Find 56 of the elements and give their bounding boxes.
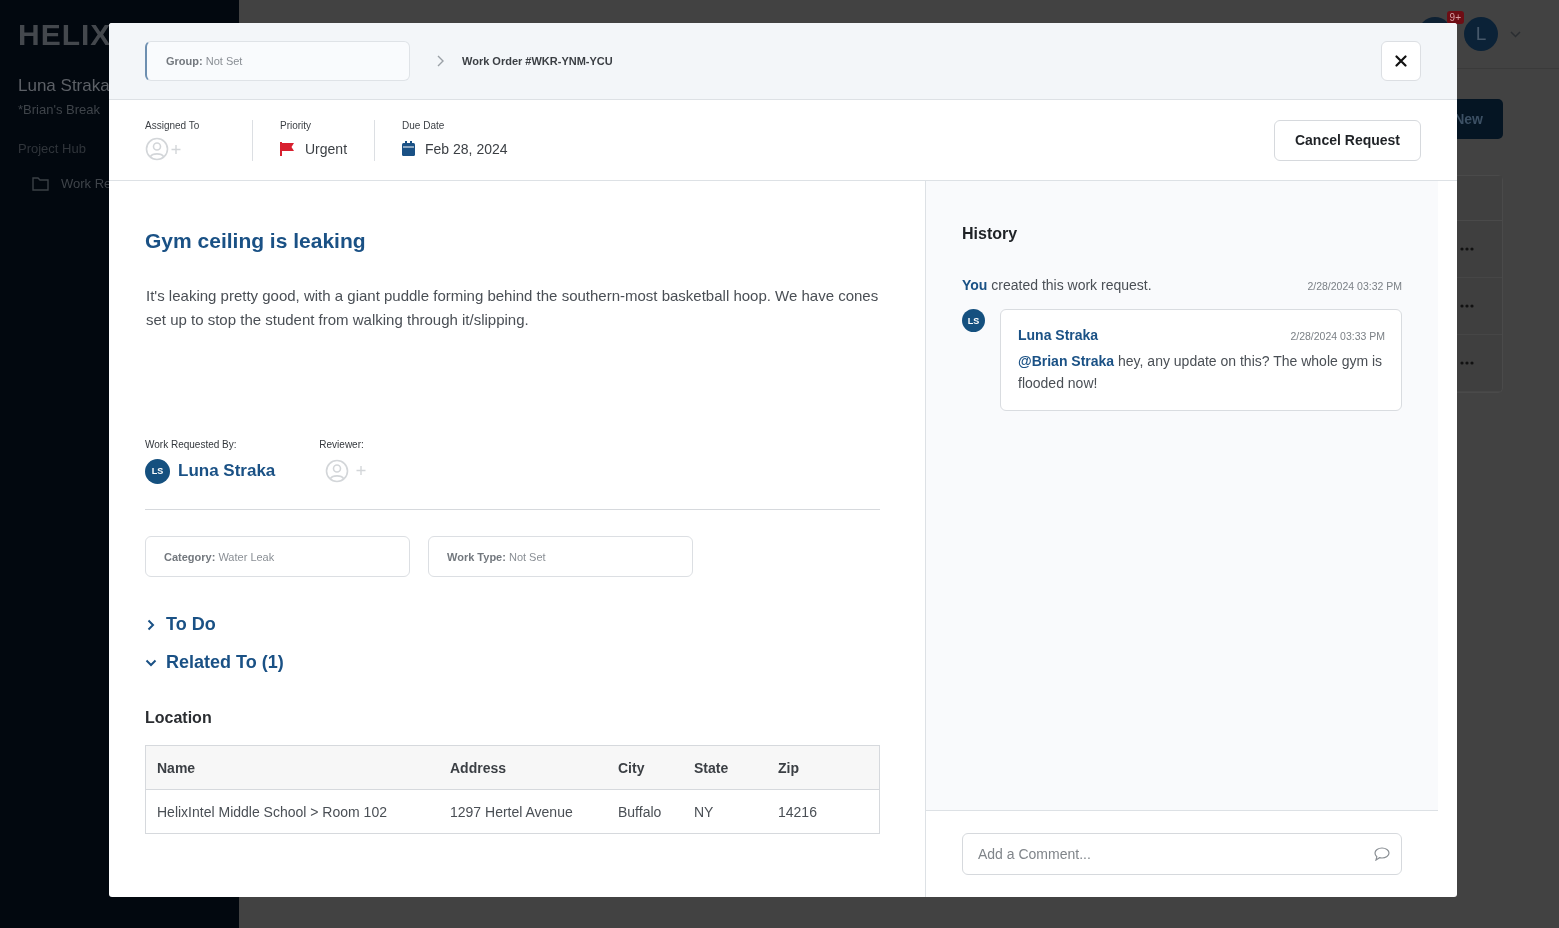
- more-icon[interactable]: [1460, 247, 1474, 251]
- column-header: City: [607, 745, 683, 790]
- section-toggle[interactable]: Related To (1): [145, 650, 284, 675]
- project-name: *Brian's Break: [18, 102, 100, 117]
- calendar-icon: [402, 141, 416, 156]
- select-field[interactable]: Category: Water Leak: [145, 536, 410, 577]
- table-cell: HelixIntel Middle School > Room 102: [145, 789, 439, 834]
- breadcrumb: Work Order #WKR-YNM-YCU: [462, 55, 613, 67]
- comment-author[interactable]: Luna Straka: [1018, 327, 1099, 343]
- column-header: Name: [145, 745, 439, 790]
- cancel-request-button[interactable]: Cancel Request: [1274, 119, 1421, 161]
- column-header: Address: [439, 745, 607, 790]
- table-cell: Buffalo: [607, 789, 683, 834]
- timestamp: 2/28/2024 03:33 PM: [1290, 330, 1385, 342]
- section-toggle[interactable]: To Do: [145, 612, 216, 637]
- chevron-right-icon: [437, 55, 444, 67]
- chevron-down-icon[interactable]: [1510, 30, 1521, 38]
- user-initials-avatar: LS: [962, 309, 985, 332]
- comment-field[interactable]: Add a Comment...: [962, 833, 1402, 875]
- group-field[interactable]: Group: Not Set: [145, 41, 410, 81]
- user-add-icon[interactable]: [145, 136, 183, 161]
- comment-text: @Brian Straka hey, any update on this? The whole gym is flooded now!: [1018, 352, 1384, 393]
- requested-by-label: Work Requested By:: [145, 439, 238, 450]
- close-icon: [1395, 55, 1407, 67]
- column-header: State: [683, 745, 767, 790]
- table-cell: 14216: [767, 789, 880, 834]
- logo: HELIX: [18, 18, 112, 52]
- chevron-right-icon: [145, 618, 157, 631]
- comment-icon[interactable]: [1374, 847, 1390, 861]
- close-button[interactable]: [1381, 41, 1421, 81]
- user-add-icon[interactable]: [325, 459, 368, 483]
- request-description: It's leaking pretty good, with a giant puddle forming behind the southern-most basketball hoop. We have cones set up to stop the student from walking through it/slipping.: [146, 286, 880, 330]
- priority-value[interactable]: Urgent: [305, 140, 348, 157]
- request-title: Gym ceiling is leaking: [145, 229, 367, 253]
- timestamp: 2/28/2024 03:32 PM: [1307, 280, 1402, 292]
- reviewer-label: Reviewer:: [319, 439, 365, 450]
- more-icon[interactable]: [1460, 304, 1474, 308]
- folder-icon: [32, 176, 49, 191]
- table-cell: NY: [683, 789, 767, 834]
- select-field[interactable]: Work Type: Not Set: [428, 536, 693, 577]
- more-icon[interactable]: [1460, 361, 1474, 365]
- notification-badge: 9+: [1446, 11, 1464, 24]
- requester-name[interactable]: Luna Straka: [178, 461, 276, 481]
- meta-label: Due Date: [402, 119, 446, 131]
- table-cell: 1297 Hertel Avenue: [439, 789, 607, 834]
- user-initials-avatar: LS: [145, 458, 170, 484]
- user-name: Luna Straka: [18, 76, 110, 96]
- column-header: Zip: [767, 745, 880, 790]
- chevron-down-icon: [145, 658, 157, 667]
- flag-icon: [280, 141, 295, 156]
- history-event: You created this work request.: [962, 277, 1152, 293]
- location-heading: Location: [145, 709, 213, 727]
- history-heading: History: [962, 225, 1019, 243]
- meta-label: Assigned To: [145, 119, 201, 131]
- meta-label: Priority: [280, 119, 313, 131]
- due-date-value[interactable]: Feb 28, 2024: [425, 140, 508, 157]
